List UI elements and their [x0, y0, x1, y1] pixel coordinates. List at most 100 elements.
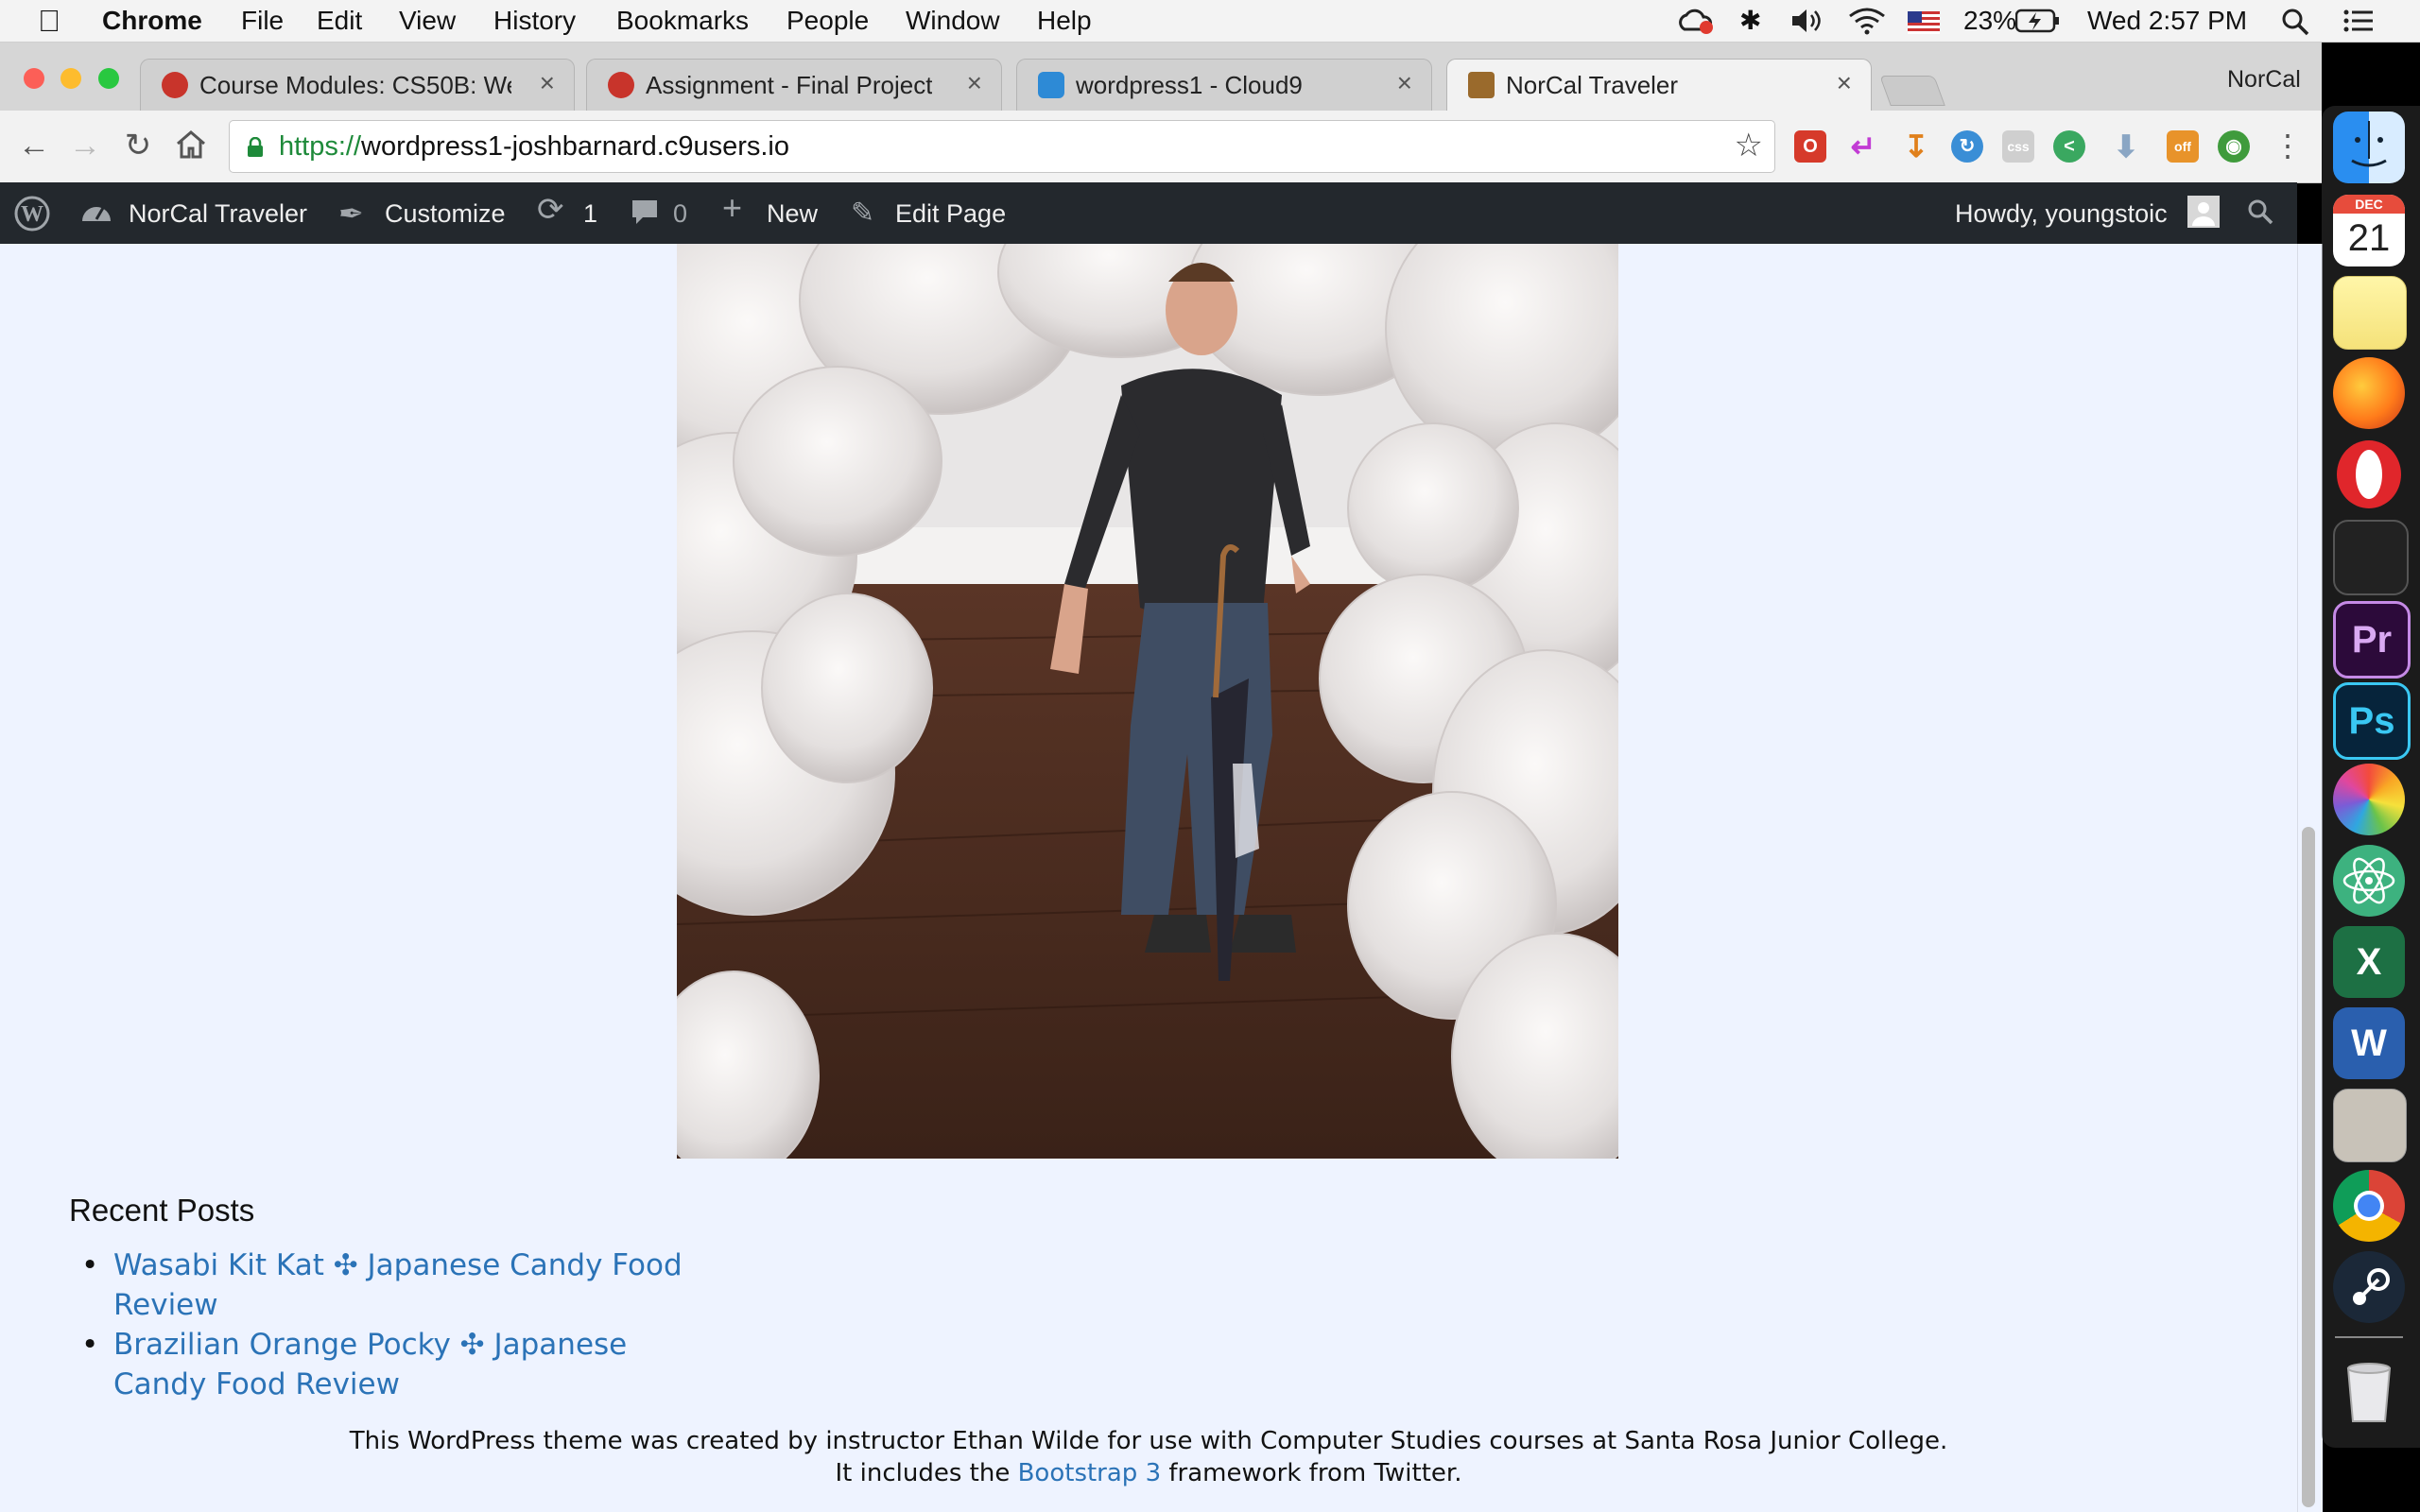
word-icon[interactable]: W: [2333, 1007, 2405, 1079]
tab-course-modules[interactable]: Course Modules: CS50B: Web ×: [140, 59, 575, 111]
footer-credit: This WordPress theme was created by inst…: [349, 1427, 1948, 1455]
chrome-icon[interactable]: [2333, 1170, 2405, 1242]
recent-posts-list: Wasabi Kit Kat ✣ Japanese Candy Food Revi…: [81, 1246, 756, 1404]
reload-icon[interactable]: ↻: [117, 123, 159, 168]
recent-post-link[interactable]: Brazilian Orange Pocky ✣ Japanese Candy F…: [81, 1325, 756, 1404]
close-window-button[interactable]: [24, 68, 44, 89]
scrollbar-thumb[interactable]: [2302, 827, 2315, 1507]
apple-icon[interactable]: : [38, 5, 60, 37]
steam-icon[interactable]: [2333, 1251, 2405, 1323]
menu-view[interactable]: View: [399, 5, 456, 37]
user-avatar[interactable]: [2187, 196, 2220, 228]
footer-text: framework from Twitter.: [1168, 1459, 1462, 1487]
arrow-down-extension-icon[interactable]: ⬇: [2110, 130, 2142, 163]
profile-name[interactable]: NorCal: [2227, 66, 2301, 94]
menu-app-chrome[interactable]: Chrome: [102, 5, 202, 37]
menu-people[interactable]: People: [786, 5, 869, 37]
trash-icon[interactable]: [2333, 1353, 2405, 1425]
url-scheme: https://: [279, 131, 362, 162]
volume-icon[interactable]: [1789, 7, 1826, 43]
premiere-icon[interactable]: Pr: [2333, 601, 2411, 679]
updates-icon[interactable]: ⟳: [537, 194, 564, 226]
tab-label: NorCal Traveler: [1506, 71, 1679, 99]
globe-extension-icon[interactable]: ◉: [2218, 130, 2250, 163]
tab-close-icon[interactable]: ×: [1397, 68, 1412, 98]
post-photo: [677, 244, 1618, 1159]
download-extension-icon[interactable]: ↧: [1900, 130, 1932, 163]
menu-bookmarks[interactable]: Bookmarks: [616, 5, 749, 37]
firefox-icon[interactable]: [2333, 357, 2405, 429]
menu-history[interactable]: History: [493, 5, 576, 37]
menu-edit[interactable]: Edit: [317, 5, 362, 37]
new-tab-button[interactable]: [1879, 76, 1945, 106]
forward-arrow-icon[interactable]: →: [64, 123, 106, 168]
creative-cloud-icon[interactable]: [1677, 7, 1715, 43]
tab-label: Assignment - Final Project: [646, 71, 933, 99]
tab-close-icon[interactable]: ×: [967, 68, 982, 98]
calendar-icon[interactable]: DEC 21: [2333, 195, 2405, 266]
canvas-favicon-icon: [608, 72, 634, 98]
photos-icon[interactable]: [2333, 764, 2405, 835]
tab-norcal-traveler[interactable]: NorCal Traveler ×: [1446, 59, 1872, 111]
address-bar[interactable]: https://wordpress1-joshbarnard.c9users.i…: [229, 120, 1775, 173]
zoom-window-button[interactable]: [98, 68, 119, 89]
tab-close-icon[interactable]: ×: [540, 68, 555, 98]
opera-extension-icon[interactable]: O: [1794, 130, 1826, 163]
suitcase-favicon-icon: [1468, 72, 1495, 98]
css-extension-icon[interactable]: css: [2002, 130, 2034, 163]
menu-file[interactable]: File: [241, 5, 284, 37]
bluetooth-icon[interactable]: ✱: [1739, 5, 1761, 37]
site-footer: This WordPress theme was created by inst…: [0, 1425, 2297, 1489]
notes-icon[interactable]: [2333, 276, 2407, 350]
menu-help[interactable]: Help: [1037, 5, 1092, 37]
back-arrow-icon[interactable]: ←: [13, 123, 55, 168]
tab-wordpress1-cloud9[interactable]: wordpress1 - Cloud9 ×: [1016, 59, 1432, 111]
admin-edit-page[interactable]: Edit Page: [895, 198, 1006, 230]
battery-charging-icon[interactable]: [2014, 8, 2061, 42]
admin-site-name[interactable]: NorCal Traveler: [129, 198, 307, 230]
photoshop-icon[interactable]: Ps: [2333, 682, 2411, 760]
pink-extension-icon[interactable]: ↵: [1847, 130, 1879, 163]
svg-text:W: W: [21, 202, 43, 227]
tab-assignment-final-project[interactable]: Assignment - Final Project ×: [586, 59, 1002, 111]
menu-window[interactable]: Window: [906, 5, 1000, 37]
post-title-line[interactable]: Candy Food Review: [113, 1367, 400, 1401]
atom-icon[interactable]: [2333, 845, 2405, 917]
comments-icon[interactable]: [630, 197, 660, 234]
home-icon[interactable]: [170, 127, 212, 172]
wifi-icon[interactable]: [1848, 7, 1886, 43]
tab-label: wordpress1 - Cloud9: [1076, 71, 1303, 99]
sync-extension-icon[interactable]: ↻: [1951, 130, 1983, 163]
comments-count[interactable]: 0: [673, 198, 687, 230]
admin-customize[interactable]: Customize: [385, 198, 506, 230]
admin-search-icon[interactable]: [2246, 198, 2274, 233]
terminal-icon[interactable]: [2333, 520, 2409, 595]
admin-new[interactable]: New: [767, 198, 818, 230]
tab-close-icon[interactable]: ×: [1837, 68, 1852, 98]
minimize-window-button[interactable]: [60, 68, 81, 89]
off-extension-icon[interactable]: off: [2167, 130, 2199, 163]
green-extension-icon[interactable]: <: [2053, 130, 2085, 163]
admin-howdy[interactable]: Howdy, youngstoic: [1955, 198, 2168, 230]
calculator-icon[interactable]: [2333, 1089, 2407, 1162]
recent-post-link[interactable]: Wasabi Kit Kat ✣ Japanese Candy Food Revi…: [81, 1246, 756, 1325]
bookmark-star-icon[interactable]: ☆: [1735, 127, 1763, 164]
post-title-line[interactable]: Wasabi Kit Kat ✣ Japanese Candy Food: [113, 1248, 683, 1282]
updates-count[interactable]: 1: [583, 198, 597, 230]
opera-icon[interactable]: [2333, 438, 2405, 510]
chrome-menu-icon[interactable]: ⋮: [2267, 123, 2308, 168]
menubar-clock[interactable]: Wed 2:57 PM: [2087, 5, 2247, 37]
post-title-line[interactable]: Review: [113, 1288, 218, 1322]
excel-icon[interactable]: X: [2333, 926, 2405, 998]
us-flag-icon[interactable]: [1908, 9, 1940, 42]
spotlight-icon[interactable]: [2280, 7, 2310, 44]
plus-icon[interactable]: +: [722, 191, 742, 225]
post-title-line[interactable]: Brazilian Orange Pocky ✣ Japanese: [113, 1328, 627, 1362]
brush-icon: ✒: [338, 197, 364, 231]
finder-icon[interactable]: [2333, 112, 2405, 183]
wordpress-logo-icon[interactable]: W: [13, 195, 51, 240]
bootstrap-link[interactable]: Bootstrap 3: [1018, 1459, 1162, 1487]
notification-center-icon[interactable]: [2342, 8, 2375, 42]
dashboard-icon: [79, 197, 113, 234]
battery-percent: 23%: [1963, 6, 2017, 35]
